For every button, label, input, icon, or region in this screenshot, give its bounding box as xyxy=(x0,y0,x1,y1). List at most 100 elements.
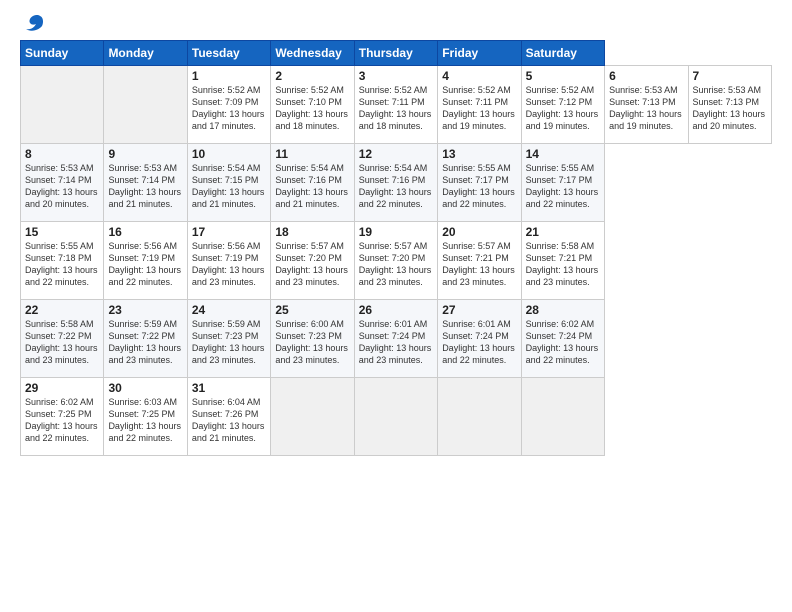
logo-bird-icon xyxy=(22,14,44,32)
day-number: 1 xyxy=(192,69,266,83)
day-info: Sunrise: 5:58 AM Sunset: 7:22 PM Dayligh… xyxy=(25,318,99,367)
day-cell: 20Sunrise: 5:57 AM Sunset: 7:21 PM Dayli… xyxy=(438,222,521,300)
day-cell: 24Sunrise: 5:59 AM Sunset: 7:23 PM Dayli… xyxy=(187,300,270,378)
day-cell: 15Sunrise: 5:55 AM Sunset: 7:18 PM Dayli… xyxy=(21,222,104,300)
day-cell xyxy=(438,378,521,456)
day-info: Sunrise: 5:56 AM Sunset: 7:19 PM Dayligh… xyxy=(192,240,266,289)
day-number: 12 xyxy=(359,147,433,161)
day-cell: 18Sunrise: 5:57 AM Sunset: 7:20 PM Dayli… xyxy=(271,222,354,300)
day-number: 5 xyxy=(526,69,600,83)
day-cell: 2Sunrise: 5:52 AM Sunset: 7:10 PM Daylig… xyxy=(271,66,354,144)
day-cell: 26Sunrise: 6:01 AM Sunset: 7:24 PM Dayli… xyxy=(354,300,437,378)
day-info: Sunrise: 5:53 AM Sunset: 7:13 PM Dayligh… xyxy=(609,84,683,133)
day-info: Sunrise: 6:01 AM Sunset: 7:24 PM Dayligh… xyxy=(359,318,433,367)
day-info: Sunrise: 5:52 AM Sunset: 7:11 PM Dayligh… xyxy=(359,84,433,133)
day-number: 13 xyxy=(442,147,516,161)
day-number: 11 xyxy=(275,147,349,161)
day-cell: 8Sunrise: 5:53 AM Sunset: 7:14 PM Daylig… xyxy=(21,144,104,222)
day-cell: 29Sunrise: 6:02 AM Sunset: 7:25 PM Dayli… xyxy=(21,378,104,456)
day-number: 27 xyxy=(442,303,516,317)
day-cell: 13Sunrise: 5:55 AM Sunset: 7:17 PM Dayli… xyxy=(438,144,521,222)
day-info: Sunrise: 5:56 AM Sunset: 7:19 PM Dayligh… xyxy=(108,240,182,289)
week-row-5: 29Sunrise: 6:02 AM Sunset: 7:25 PM Dayli… xyxy=(21,378,772,456)
day-info: Sunrise: 5:54 AM Sunset: 7:15 PM Dayligh… xyxy=(192,162,266,211)
col-header-sunday: Sunday xyxy=(21,41,104,66)
day-cell: 23Sunrise: 5:59 AM Sunset: 7:22 PM Dayli… xyxy=(104,300,187,378)
col-header-thursday: Thursday xyxy=(354,41,437,66)
day-number: 17 xyxy=(192,225,266,239)
day-cell: 10Sunrise: 5:54 AM Sunset: 7:15 PM Dayli… xyxy=(187,144,270,222)
day-cell: 5Sunrise: 5:52 AM Sunset: 7:12 PM Daylig… xyxy=(521,66,604,144)
col-header-tuesday: Tuesday xyxy=(187,41,270,66)
day-cell: 6Sunrise: 5:53 AM Sunset: 7:13 PM Daylig… xyxy=(605,66,688,144)
day-cell: 14Sunrise: 5:55 AM Sunset: 7:17 PM Dayli… xyxy=(521,144,604,222)
day-cell: 7Sunrise: 5:53 AM Sunset: 7:13 PM Daylig… xyxy=(688,66,772,144)
day-info: Sunrise: 5:53 AM Sunset: 7:14 PM Dayligh… xyxy=(108,162,182,211)
day-number: 15 xyxy=(25,225,99,239)
day-cell: 12Sunrise: 5:54 AM Sunset: 7:16 PM Dayli… xyxy=(354,144,437,222)
day-number: 25 xyxy=(275,303,349,317)
day-info: Sunrise: 5:57 AM Sunset: 7:20 PM Dayligh… xyxy=(275,240,349,289)
day-info: Sunrise: 5:55 AM Sunset: 7:18 PM Dayligh… xyxy=(25,240,99,289)
day-number: 2 xyxy=(275,69,349,83)
day-info: Sunrise: 6:01 AM Sunset: 7:24 PM Dayligh… xyxy=(442,318,516,367)
day-number: 16 xyxy=(108,225,182,239)
day-info: Sunrise: 5:54 AM Sunset: 7:16 PM Dayligh… xyxy=(359,162,433,211)
day-info: Sunrise: 5:55 AM Sunset: 7:17 PM Dayligh… xyxy=(442,162,516,211)
day-number: 24 xyxy=(192,303,266,317)
day-info: Sunrise: 5:59 AM Sunset: 7:22 PM Dayligh… xyxy=(108,318,182,367)
col-header-friday: Friday xyxy=(438,41,521,66)
day-cell xyxy=(21,66,104,144)
col-header-monday: Monday xyxy=(104,41,187,66)
day-number: 6 xyxy=(609,69,683,83)
day-info: Sunrise: 5:52 AM Sunset: 7:12 PM Dayligh… xyxy=(526,84,600,133)
day-number: 8 xyxy=(25,147,99,161)
day-cell xyxy=(271,378,354,456)
day-number: 22 xyxy=(25,303,99,317)
day-info: Sunrise: 5:52 AM Sunset: 7:10 PM Dayligh… xyxy=(275,84,349,133)
col-header-saturday: Saturday xyxy=(521,41,604,66)
day-cell: 28Sunrise: 6:02 AM Sunset: 7:24 PM Dayli… xyxy=(521,300,604,378)
header xyxy=(20,18,772,30)
day-number: 26 xyxy=(359,303,433,317)
day-number: 10 xyxy=(192,147,266,161)
day-info: Sunrise: 5:55 AM Sunset: 7:17 PM Dayligh… xyxy=(526,162,600,211)
day-info: Sunrise: 5:57 AM Sunset: 7:20 PM Dayligh… xyxy=(359,240,433,289)
day-info: Sunrise: 5:53 AM Sunset: 7:14 PM Dayligh… xyxy=(25,162,99,211)
week-row-4: 22Sunrise: 5:58 AM Sunset: 7:22 PM Dayli… xyxy=(21,300,772,378)
day-number: 28 xyxy=(526,303,600,317)
day-info: Sunrise: 5:58 AM Sunset: 7:21 PM Dayligh… xyxy=(526,240,600,289)
day-info: Sunrise: 5:52 AM Sunset: 7:11 PM Dayligh… xyxy=(442,84,516,133)
week-row-1: 1Sunrise: 5:52 AM Sunset: 7:09 PM Daylig… xyxy=(21,66,772,144)
calendar-table: SundayMondayTuesdayWednesdayThursdayFrid… xyxy=(20,40,772,456)
day-cell: 17Sunrise: 5:56 AM Sunset: 7:19 PM Dayli… xyxy=(187,222,270,300)
day-cell xyxy=(354,378,437,456)
day-cell: 30Sunrise: 6:03 AM Sunset: 7:25 PM Dayli… xyxy=(104,378,187,456)
day-cell: 25Sunrise: 6:00 AM Sunset: 7:23 PM Dayli… xyxy=(271,300,354,378)
day-number: 30 xyxy=(108,381,182,395)
day-info: Sunrise: 5:53 AM Sunset: 7:13 PM Dayligh… xyxy=(693,84,768,133)
day-cell: 31Sunrise: 6:04 AM Sunset: 7:26 PM Dayli… xyxy=(187,378,270,456)
day-info: Sunrise: 5:59 AM Sunset: 7:23 PM Dayligh… xyxy=(192,318,266,367)
day-info: Sunrise: 5:54 AM Sunset: 7:16 PM Dayligh… xyxy=(275,162,349,211)
day-cell xyxy=(104,66,187,144)
week-row-2: 8Sunrise: 5:53 AM Sunset: 7:14 PM Daylig… xyxy=(21,144,772,222)
header-row: SundayMondayTuesdayWednesdayThursdayFrid… xyxy=(21,41,772,66)
day-info: Sunrise: 5:52 AM Sunset: 7:09 PM Dayligh… xyxy=(192,84,266,133)
day-number: 18 xyxy=(275,225,349,239)
day-number: 19 xyxy=(359,225,433,239)
day-info: Sunrise: 5:57 AM Sunset: 7:21 PM Dayligh… xyxy=(442,240,516,289)
col-header-wednesday: Wednesday xyxy=(271,41,354,66)
day-cell: 19Sunrise: 5:57 AM Sunset: 7:20 PM Dayli… xyxy=(354,222,437,300)
day-info: Sunrise: 6:03 AM Sunset: 7:25 PM Dayligh… xyxy=(108,396,182,445)
calendar-page: SundayMondayTuesdayWednesdayThursdayFrid… xyxy=(0,0,792,612)
day-cell: 9Sunrise: 5:53 AM Sunset: 7:14 PM Daylig… xyxy=(104,144,187,222)
day-info: Sunrise: 6:02 AM Sunset: 7:25 PM Dayligh… xyxy=(25,396,99,445)
day-info: Sunrise: 6:04 AM Sunset: 7:26 PM Dayligh… xyxy=(192,396,266,445)
day-cell: 16Sunrise: 5:56 AM Sunset: 7:19 PM Dayli… xyxy=(104,222,187,300)
day-number: 9 xyxy=(108,147,182,161)
day-number: 3 xyxy=(359,69,433,83)
day-cell: 22Sunrise: 5:58 AM Sunset: 7:22 PM Dayli… xyxy=(21,300,104,378)
day-number: 20 xyxy=(442,225,516,239)
day-cell: 11Sunrise: 5:54 AM Sunset: 7:16 PM Dayli… xyxy=(271,144,354,222)
